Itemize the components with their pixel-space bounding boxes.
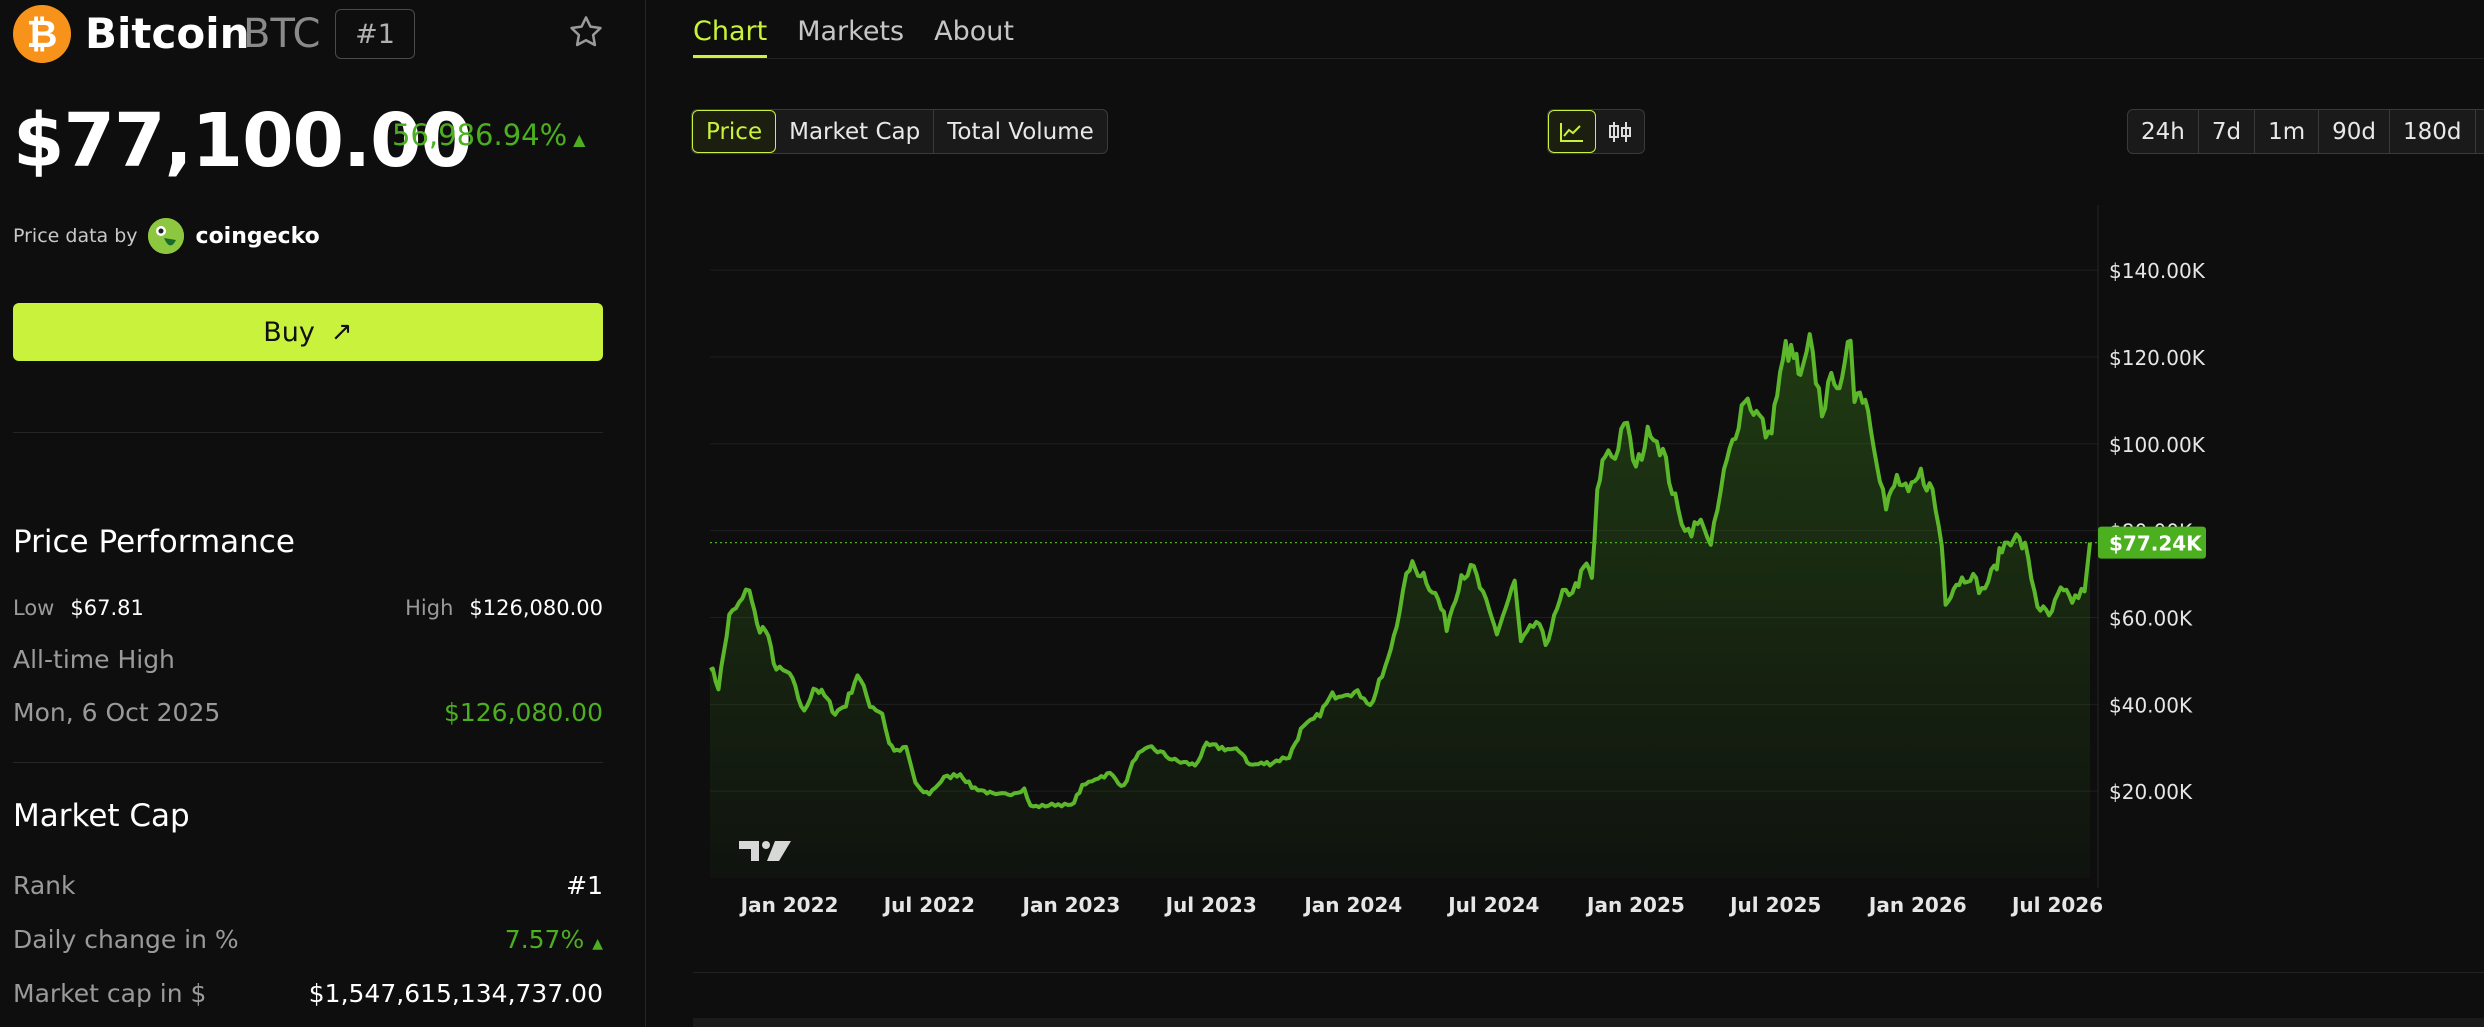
- market-cap-label: Market cap in $: [13, 979, 207, 1008]
- ath-date: Mon, 6 Oct 2025: [13, 698, 221, 727]
- ath-label: All-time High: [13, 645, 175, 674]
- chart-panel: Chart Markets About Price Market Cap Tot…: [647, 0, 2484, 1027]
- price-data-label: Price data by: [13, 225, 138, 247]
- low-value: $67.81: [70, 596, 144, 620]
- coin-summary-panel: ₿ Bitcoin BTC #1 $77,100.00 56,986.94% ▲ …: [0, 0, 646, 1027]
- daily-change-label: Daily change in %: [13, 925, 239, 954]
- y-tick-label: $60.00K: [2109, 606, 2193, 630]
- price-chart[interactable]: Jan 2022 Jul 2022 Jan 2023 Jul 2023 Jan 2024…: [693, 205, 2484, 975]
- low-high-row: Low $67.81 High $126,080.00: [13, 596, 603, 626]
- range-1m-button[interactable]: 1m: [2255, 110, 2320, 153]
- ath-row: All-time High: [13, 645, 603, 681]
- y-tick-label: $120.00K: [2109, 346, 2206, 370]
- price-change-percent: 56,986.94% ▲: [392, 118, 585, 152]
- watchlist-star-icon[interactable]: [563, 9, 609, 55]
- rank-value: #1: [566, 871, 603, 900]
- x-tick-label: Jan 2023: [1021, 893, 1121, 917]
- x-tick-label: Jan 2024: [1302, 893, 1402, 917]
- chart-bottom-divider: [693, 972, 2484, 973]
- tab-divider: [693, 58, 2484, 59]
- x-tick-label: Jul 2022: [882, 893, 975, 917]
- y-tick-label: $20.00K: [2109, 780, 2193, 804]
- divider: [13, 432, 603, 433]
- ath-date-row: Mon, 6 Oct 2025 $126,080.00: [13, 698, 603, 734]
- price-chart-svg[interactable]: Jan 2022 Jul 2022 Jan 2023 Jul 2023 Jan 2024…: [693, 205, 2484, 925]
- price-performance-title: Price Performance: [13, 524, 295, 560]
- external-arrow-icon: ↗: [330, 317, 353, 347]
- tab-about[interactable]: About: [934, 0, 1014, 58]
- range-24h-button[interactable]: 24h: [2128, 110, 2199, 153]
- high-value: $126,080.00: [469, 596, 603, 620]
- chart-type-selector: [1547, 109, 1645, 154]
- x-tick-label: Jul 2025: [1728, 893, 1821, 917]
- metric-market-cap-button[interactable]: Market Cap: [776, 110, 935, 153]
- daily-change-value: 7.57% ▲: [505, 925, 603, 954]
- tab-markets[interactable]: Markets: [797, 0, 904, 58]
- buy-button[interactable]: Buy ↗: [13, 303, 603, 361]
- y-tick-label: $40.00K: [2109, 693, 2193, 717]
- divider: [13, 762, 603, 763]
- candlestick-icon[interactable]: [1596, 110, 1644, 153]
- x-tick-label: Jul 2026: [2010, 893, 2103, 917]
- x-tick-label: Jan 2025: [1585, 893, 1685, 917]
- metric-total-volume-button[interactable]: Total Volume: [934, 110, 1107, 153]
- price-data-attribution: Price data by coingecko: [13, 216, 320, 256]
- x-tick-label: Jul 2023: [1164, 893, 1257, 917]
- ath-value: $126,080.00: [443, 698, 603, 727]
- range-1y-button[interactable]: 1y: [2476, 110, 2484, 153]
- y-tick-label: $140.00K: [2109, 259, 2206, 283]
- tab-bar: Chart Markets About: [693, 0, 1044, 60]
- up-arrow-icon: ▲: [592, 936, 603, 952]
- line-chart-icon[interactable]: [1548, 110, 1596, 153]
- metric-selector: Price Market Cap Total Volume: [691, 109, 1108, 154]
- range-180d-button[interactable]: 180d: [2390, 110, 2476, 153]
- x-tick-label: Jan 2026: [1867, 893, 1967, 917]
- time-range-selector: 24h 7d 1m 90d 180d 1y: [2127, 109, 2484, 154]
- rank-badge: #1: [335, 9, 415, 59]
- coin-header: ₿ Bitcoin BTC #1: [13, 5, 623, 65]
- high-label: High: [405, 596, 454, 620]
- coin-symbol: BTC: [243, 11, 321, 57]
- coin-name: Bitcoin: [85, 9, 250, 58]
- metric-price-button[interactable]: Price: [692, 110, 777, 153]
- scrollbar[interactable]: [693, 1018, 2484, 1027]
- coingecko-logo-icon: [147, 218, 184, 254]
- daily-change-number: 7.57%: [504, 925, 585, 954]
- tab-chart[interactable]: Chart: [693, 0, 768, 58]
- y-tick-label: $100.00K: [2109, 433, 2206, 457]
- x-tick-label: Jan 2022: [739, 893, 839, 917]
- range-7d-button[interactable]: 7d: [2199, 110, 2256, 153]
- market-cap-title: Market Cap: [13, 798, 190, 834]
- market-cap-value: $1,547,615,134,737.00: [308, 979, 603, 1008]
- x-tick-label: Jul 2024: [1446, 893, 1539, 917]
- daily-change-row: Daily change in % 7.57% ▲: [13, 925, 603, 961]
- price-data-provider[interactable]: coingecko: [196, 224, 320, 249]
- bitcoin-logo-icon: ₿: [13, 5, 71, 63]
- price-change-value: 56,986.94%: [392, 118, 568, 152]
- bitcoin-logo-glyph: ₿: [26, 11, 58, 56]
- market-cap-row: Market cap in $ $1,547,615,134,737.00: [13, 979, 603, 1015]
- rank-label: Rank: [13, 871, 76, 900]
- up-arrow-icon: ▲: [573, 130, 586, 149]
- range-90d-button[interactable]: 90d: [2319, 110, 2390, 153]
- low-label: Low: [13, 596, 55, 620]
- buy-button-label: Buy: [263, 316, 315, 348]
- rank-row: Rank #1: [13, 871, 603, 907]
- current-price-label: $77.24K: [2109, 532, 2203, 556]
